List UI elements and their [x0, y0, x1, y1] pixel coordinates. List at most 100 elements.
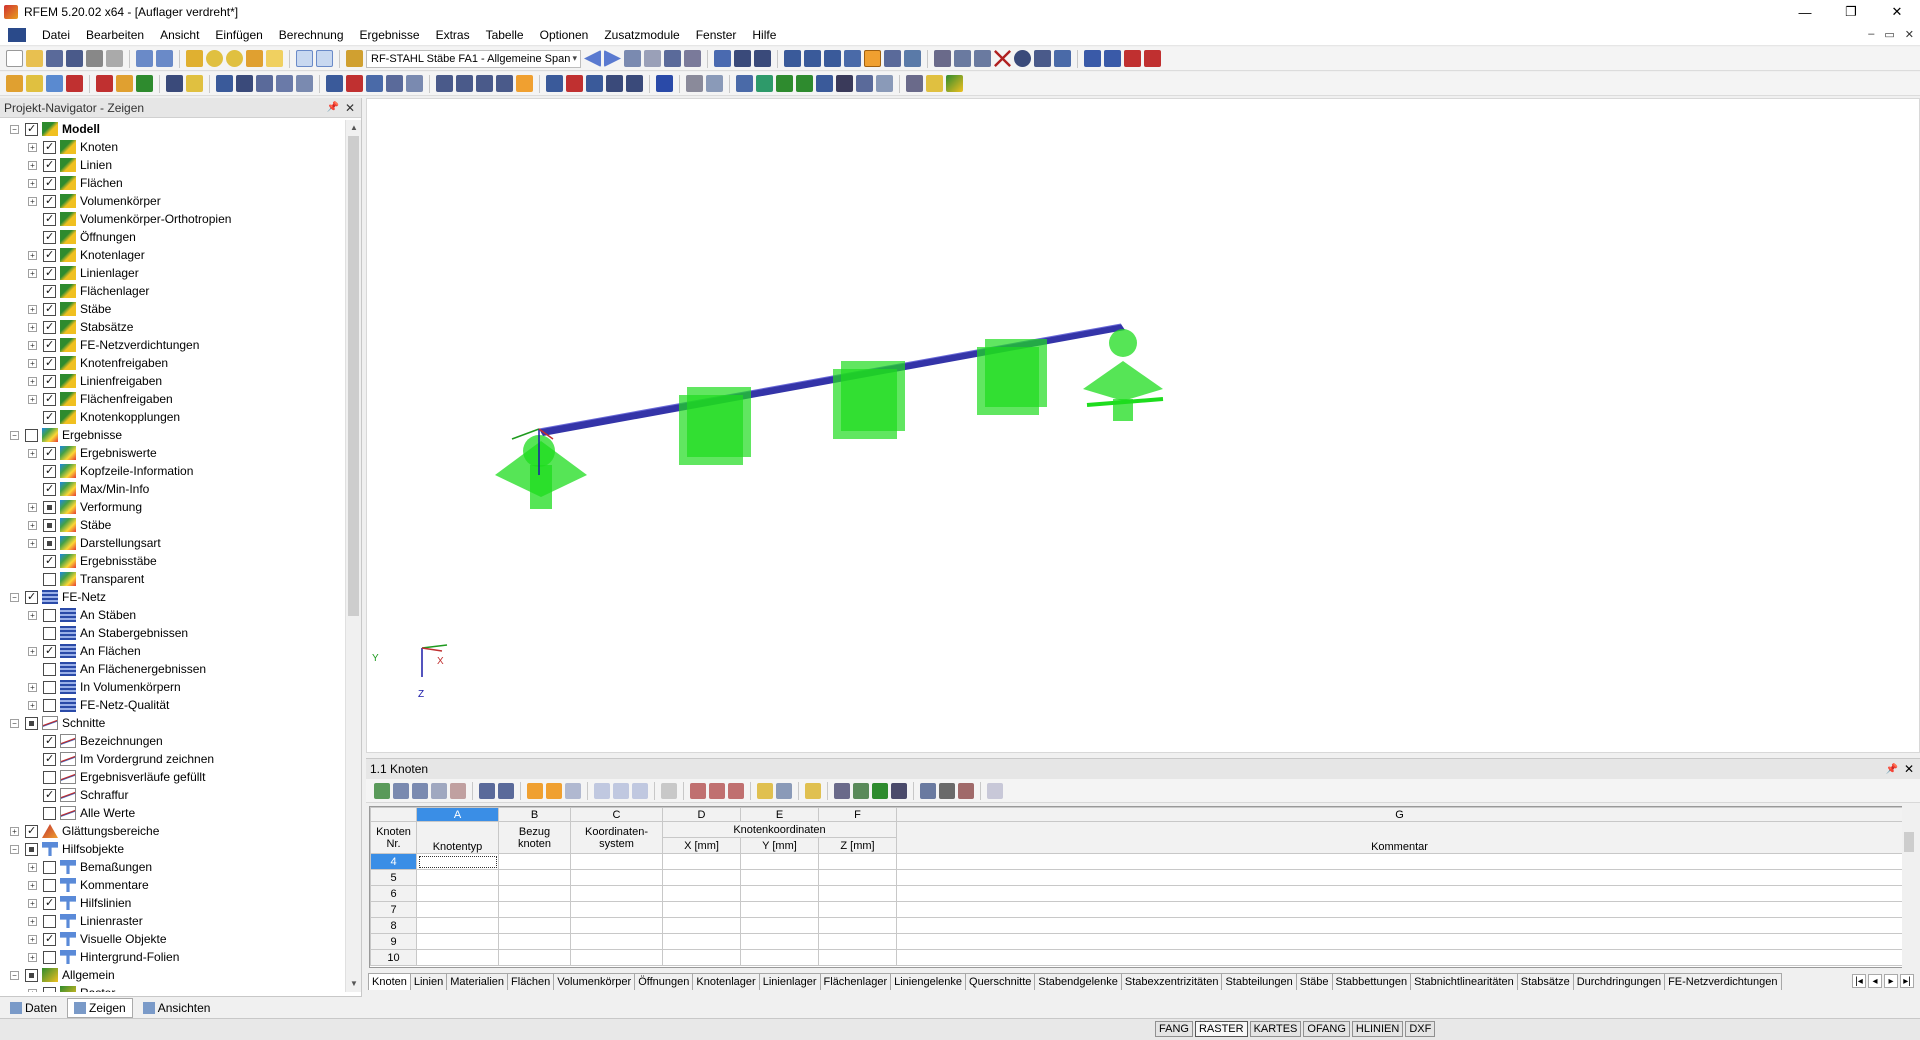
tree-checkbox[interactable]	[43, 266, 56, 280]
tree-checkbox[interactable]	[43, 770, 56, 784]
save-icon[interactable]	[66, 50, 83, 67]
panel-icon[interactable]	[316, 50, 333, 67]
pin-icon[interactable]: 📌	[327, 102, 339, 113]
tree-item[interactable]: Transparent	[0, 570, 344, 588]
table-delete-row-icon[interactable]	[450, 782, 466, 799]
table-cell[interactable]	[740, 869, 819, 886]
table-close-icon[interactable]: ✕	[1904, 762, 1914, 776]
menu-datei[interactable]: Datei	[34, 28, 78, 42]
tree-checkbox[interactable]	[43, 950, 56, 964]
row-number[interactable]: 4	[370, 853, 417, 870]
table-scroll-thumb[interactable]	[1904, 832, 1914, 852]
extrude-icon[interactable]	[366, 75, 383, 92]
support-tool-icon[interactable]	[66, 75, 83, 92]
table-tab[interactable]: Liniengelenke	[890, 973, 967, 990]
triangle-icon[interactable]	[974, 50, 991, 67]
expand-icon[interactable]: +	[28, 988, 37, 992]
table-settings-icon[interactable]	[920, 782, 936, 799]
menu-ergebnisse[interactable]: Ergebnisse	[352, 28, 428, 42]
table-filter-icon[interactable]	[393, 782, 409, 799]
expand-icon[interactable]: +	[28, 358, 37, 368]
calc-icon[interactable]	[714, 50, 731, 67]
tree-checkbox[interactable]	[43, 662, 56, 676]
table-cell[interactable]	[662, 885, 741, 902]
table-cell[interactable]	[662, 933, 741, 950]
line-tool-icon[interactable]	[26, 75, 43, 92]
tree-item[interactable]: Max/Min-Info	[0, 480, 344, 498]
table-rows-icon[interactable]	[776, 782, 792, 799]
table-cell[interactable]	[416, 933, 499, 950]
table-columns-icon[interactable]	[757, 782, 773, 799]
table-cell[interactable]	[570, 933, 663, 950]
tree-item[interactable]: + Knotenlager	[0, 246, 344, 264]
tree-checkbox[interactable]	[43, 752, 56, 766]
table-cell[interactable]	[896, 885, 1902, 902]
filter-icon[interactable]	[904, 50, 921, 67]
tree-item[interactable]: Im Vordergrund zeichnen	[0, 750, 344, 768]
tab-prev-icon[interactable]: ◂	[1868, 974, 1882, 988]
tree-item[interactable]: An Flächenergebnissen	[0, 660, 344, 678]
table-row[interactable]: 6	[370, 885, 1902, 902]
tab-last-icon[interactable]: ▸|	[1900, 974, 1914, 988]
tree-checkbox[interactable]	[43, 572, 56, 586]
table-cell[interactable]	[416, 869, 499, 886]
collapse-icon[interactable]: −	[10, 844, 19, 854]
member-tool-icon[interactable]	[46, 75, 63, 92]
tree-item[interactable]: + Stäbe	[0, 516, 344, 534]
load-icon[interactable]	[96, 75, 113, 92]
scroll-down-icon[interactable]: ▼	[346, 976, 362, 992]
table-cell[interactable]	[498, 933, 571, 950]
table-cell[interactable]	[570, 885, 663, 902]
status-dxf[interactable]: DXF	[1405, 1021, 1436, 1037]
collapse-icon[interactable]: −	[10, 970, 19, 980]
table-cell[interactable]	[498, 917, 571, 934]
table-previous-icon[interactable]	[479, 782, 495, 799]
table-cell[interactable]	[896, 917, 1902, 934]
node-support-right[interactable]	[1083, 329, 1164, 421]
rotate-icon[interactable]	[954, 50, 971, 67]
col-g-header[interactable]: G	[896, 807, 1902, 822]
tree-item[interactable]: − Modell	[0, 120, 344, 138]
table-tab[interactable]: Knoten	[368, 973, 411, 990]
node-support-left[interactable]	[495, 435, 587, 509]
frame-icon[interactable]	[754, 50, 771, 67]
tree-checkbox[interactable]	[43, 680, 56, 694]
nodes-table[interactable]: A B C D E F G Knoten Nr. Knotentyp Bezug k…	[369, 806, 1903, 968]
undo-icon[interactable]	[136, 50, 153, 67]
table-cell[interactable]	[416, 901, 499, 918]
table-select-icon[interactable]	[527, 782, 543, 799]
table-tab[interactable]: FE-Netzverdichtungen	[1664, 973, 1782, 990]
table-cell[interactable]	[818, 949, 897, 966]
function-clear-icon[interactable]	[958, 782, 974, 799]
save-all-icon[interactable]	[46, 50, 63, 67]
table-sort-icon[interactable]	[412, 782, 428, 799]
grid-points-icon[interactable]	[836, 75, 853, 92]
tree-checkbox[interactable]	[43, 536, 56, 550]
table-tab[interactable]: Stabexzentrizitäten	[1120, 973, 1223, 990]
table-cell[interactable]	[416, 885, 499, 902]
print-graphic-icon[interactable]	[106, 50, 123, 67]
tree-checkbox[interactable]	[43, 896, 56, 910]
expand-icon[interactable]: +	[28, 520, 37, 530]
expand-icon[interactable]: +	[28, 952, 37, 962]
tree-item[interactable]: + Linien	[0, 156, 344, 174]
table-cell[interactable]	[740, 949, 819, 966]
tree-checkbox[interactable]	[43, 464, 56, 478]
table-renumber-icon[interactable]	[632, 782, 648, 799]
table-tab[interactable]: Durchdringungen	[1572, 973, 1666, 990]
loadcase-combo[interactable]: RF-STAHL Stäbe FA1 - Allgemeine Span ▾	[366, 49, 581, 68]
expand-icon[interactable]: +	[28, 178, 37, 188]
line-style-icon[interactable]	[686, 75, 703, 92]
table-row[interactable]: 8	[370, 917, 1902, 934]
model-viewport[interactable]: Y X Z	[366, 98, 1920, 753]
load-surface-icon[interactable]	[136, 75, 153, 92]
table-view-icon[interactable]	[565, 782, 581, 799]
menu-fenster[interactable]: Fenster	[688, 28, 745, 42]
tree-item[interactable]: + Volumenkörper	[0, 192, 344, 210]
menu-einfuegen[interactable]: Einfügen	[207, 28, 270, 42]
table-cell[interactable]	[498, 853, 571, 870]
find-icon[interactable]	[206, 50, 223, 67]
tab-daten[interactable]: Daten	[4, 999, 63, 1017]
tree-item[interactable]: − Allgemein	[0, 966, 344, 984]
col-f-header[interactable]: F	[818, 807, 897, 822]
